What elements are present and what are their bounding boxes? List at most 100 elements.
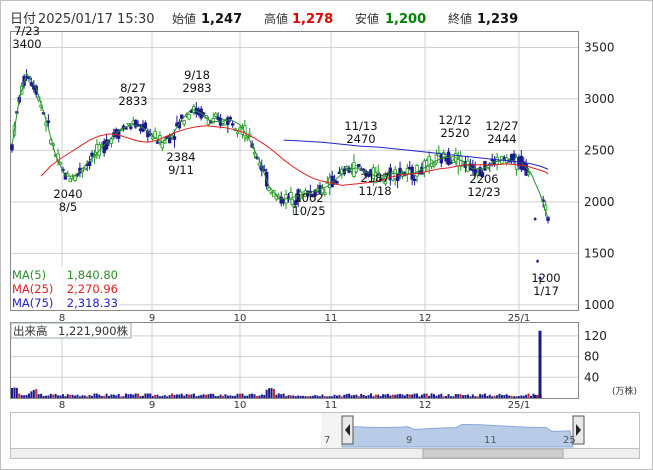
volume-bar <box>37 394 40 398</box>
volume-bar <box>175 394 178 398</box>
candle-body <box>536 260 539 263</box>
volume-bar <box>124 393 127 398</box>
volume-bar <box>534 394 537 398</box>
volume-bar <box>54 393 57 398</box>
volume-bar <box>505 394 508 398</box>
volume-bar <box>52 394 55 398</box>
ma75-value: 2,318.33 <box>67 296 118 310</box>
volume-y-tick-80: 80 <box>584 350 599 364</box>
volume-bar <box>275 394 278 398</box>
volume-bar <box>173 394 176 398</box>
volume-bar <box>437 394 440 398</box>
candle-body <box>434 154 439 164</box>
volume-bar <box>137 393 140 398</box>
volume-bar <box>195 396 198 398</box>
navigator-area <box>341 424 574 448</box>
navigator-label-11: 11 <box>484 435 497 446</box>
volume-bar <box>27 393 30 398</box>
volume-bar <box>88 395 91 398</box>
volume-bar <box>343 394 346 398</box>
volume-bar <box>483 393 486 398</box>
low-value: 1,200 <box>385 12 426 27</box>
volume-bar <box>493 395 496 398</box>
volume-bar <box>91 395 94 398</box>
candle-body <box>10 144 14 151</box>
volume-bar <box>110 394 113 398</box>
volume-bar <box>248 394 251 398</box>
volume-bar <box>277 393 280 398</box>
volume-bar <box>294 396 297 398</box>
volume-bar <box>76 394 79 398</box>
volume-bar <box>163 395 166 398</box>
volume-bar <box>314 395 317 398</box>
volume-bar <box>517 396 520 398</box>
volume-bar <box>466 394 469 398</box>
volume-bar <box>500 394 503 398</box>
annotation-line1: 2040 <box>53 187 82 201</box>
candle-body <box>172 136 177 140</box>
volume-bar <box>282 393 285 398</box>
candle-body <box>432 163 436 167</box>
volume-bar <box>95 393 98 398</box>
candle-body <box>66 173 70 177</box>
volume-bar <box>158 396 161 398</box>
volume-bar <box>226 395 229 398</box>
volume-bar <box>508 395 511 398</box>
volume-bar <box>120 396 123 398</box>
navigator-scroll-thumb[interactable] <box>422 448 564 459</box>
volume-bar <box>13 387 16 398</box>
annotation-line2: 2983 <box>182 81 211 95</box>
volume-x-tick-11: 11 <box>325 400 338 411</box>
y-tick-2500: 2500 <box>584 143 615 157</box>
volume-bar <box>369 393 372 398</box>
volume-bar <box>522 395 525 398</box>
volume-bar <box>416 393 419 398</box>
volume-bar <box>323 396 326 398</box>
volume-bar <box>386 393 389 398</box>
candle-body <box>415 164 419 177</box>
volume-bar <box>396 394 399 398</box>
volume-bar <box>302 395 305 398</box>
ma75-label: MA(75) <box>12 296 53 310</box>
volume-bar <box>488 394 491 398</box>
volume-bar <box>197 395 200 398</box>
volume-bar <box>103 395 106 398</box>
volume-bar <box>180 393 183 398</box>
candle-body <box>485 166 490 170</box>
volume-bar <box>391 394 394 398</box>
volume-bar <box>449 396 452 398</box>
volume-bar <box>108 395 111 398</box>
volume-bar <box>146 393 149 398</box>
volume-bar <box>304 396 307 398</box>
candle-body <box>214 113 218 117</box>
volume-unit: (万株) <box>612 385 637 397</box>
volume-bar <box>200 395 203 398</box>
annotation-line2: 2470 <box>346 132 375 146</box>
volume-bar <box>306 396 309 398</box>
volume-bar <box>234 395 237 398</box>
volume-bar <box>263 394 266 398</box>
ma25-label: MA(25) <box>12 282 53 296</box>
range-navigator[interactable]: 7 9 11 25 <box>10 412 640 459</box>
volume-bar <box>224 394 227 398</box>
volume-bar <box>491 396 494 398</box>
volume-bar <box>338 395 341 398</box>
volume-value: 1,221,900株 <box>58 324 129 338</box>
volume-bar <box>316 395 319 398</box>
volume-bar <box>469 396 472 398</box>
candle-body <box>124 127 128 130</box>
volume-bar <box>408 394 411 398</box>
volume-bar <box>238 393 241 398</box>
volume-bar <box>425 393 428 398</box>
volume-bar <box>86 396 89 398</box>
volume-bar <box>355 394 358 398</box>
volume-bar <box>202 394 205 398</box>
volume-bar <box>496 395 499 398</box>
volume-bar <box>117 394 120 398</box>
candle-body <box>143 122 148 129</box>
volume-bar <box>430 393 433 398</box>
high-label: 高値 <box>264 11 288 26</box>
navigator-label-25: 25 <box>563 435 576 446</box>
volume-bar <box>64 396 67 398</box>
volume-bar <box>474 396 477 398</box>
